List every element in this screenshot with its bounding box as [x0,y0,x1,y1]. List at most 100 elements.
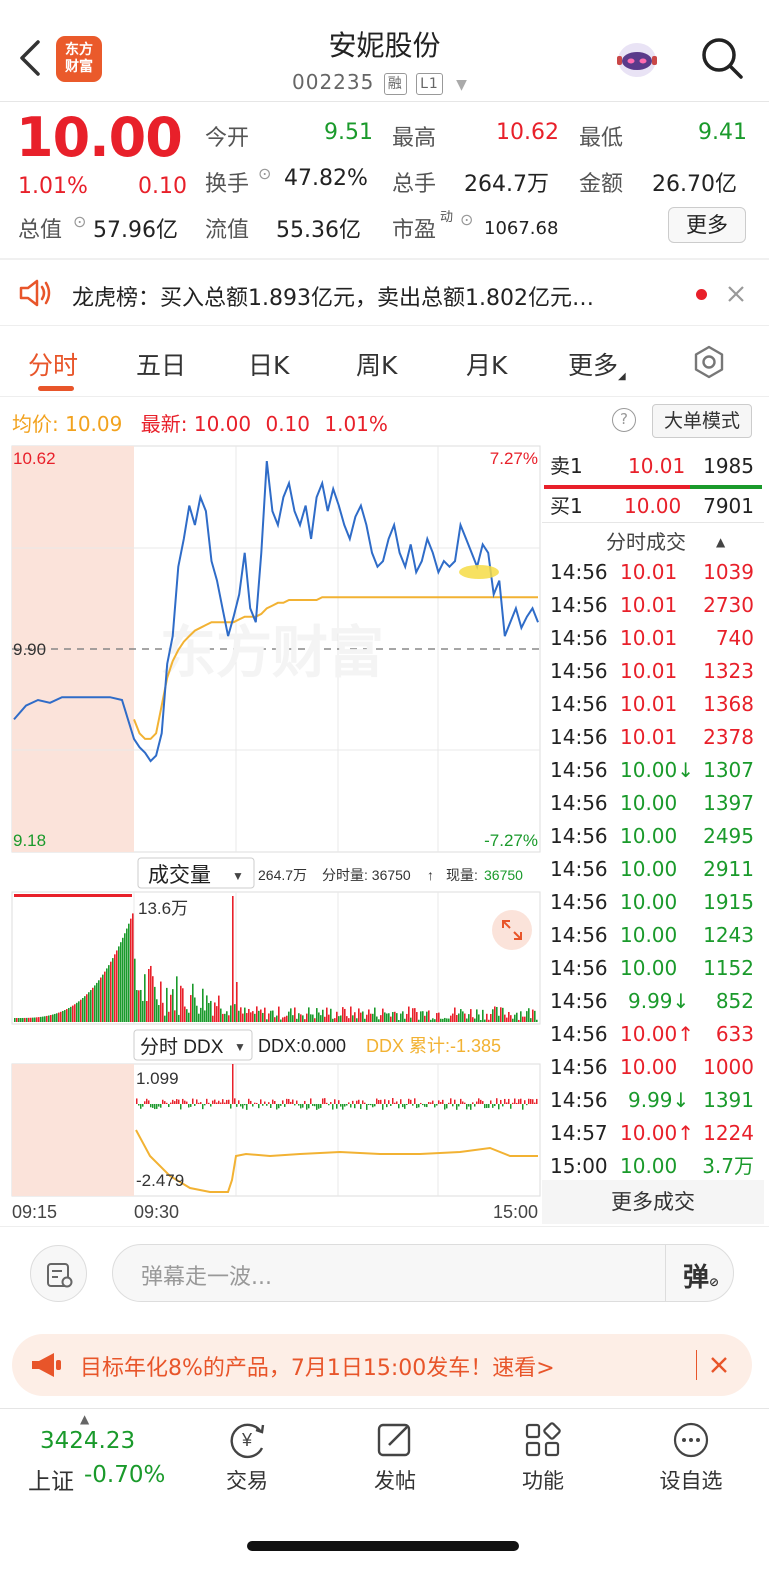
volume-bar [24,1017,26,1022]
news-text: 龙虎榜：买入总额1.893亿元，卖出总额1.802亿元… [72,286,594,311]
ddx-bar [378,1099,380,1104]
volume-bar [400,1013,402,1022]
volume-bar [524,1016,526,1022]
volume-bar [492,1009,494,1022]
tab-timeshare[interactable]: 分时 [28,346,78,382]
danmu-toggle-button[interactable]: 弹⊘ [683,1257,719,1294]
volume-bar [348,1018,350,1022]
ddx-bar [432,1100,434,1104]
search-icon[interactable] [700,36,744,80]
stock-code-line[interactable]: 002235 融 L1 ▼ [292,70,468,95]
close-icon[interactable] [726,284,746,304]
trades-header[interactable]: 分时成交 ▲ [542,526,764,559]
info-dots-icon[interactable]: ⊙ [258,164,271,183]
tab-weekly-k[interactable]: 周K [356,346,397,382]
turnover-value: 47.82% [284,166,368,191]
ddx-bar [478,1098,480,1104]
volume-bar [238,1010,240,1022]
volume-bar [242,1013,244,1022]
volume-bar [290,1008,292,1022]
speaker-icon [19,279,51,307]
ddx-bar [474,1104,476,1107]
volume-bar [520,1011,522,1022]
ddx-bar [300,1104,302,1109]
info-dots-icon[interactable]: ⊙ [460,210,473,229]
ddx-bar [270,1104,272,1108]
help-icon[interactable]: ? [612,408,636,432]
timeshare-chart[interactable]: 东方财富 10.62 9.90 9.18 7.27% -7.27% 成交量 ▼ … [0,440,542,1230]
ddx-cumulative: DDX 累计:-1.385 [366,1036,501,1056]
tab-daily-k[interactable]: 日K [248,346,289,382]
volume-bar [438,1012,440,1022]
index-ticker[interactable]: ▲ 3424.23 上证 -0.70% [20,1412,170,1496]
volume-bar [36,1017,38,1022]
volume-indicator-label: 成交量 [148,864,211,887]
trade-price: 10.01 [620,560,678,584]
ddx-bar [324,1098,326,1104]
volume-bar [226,1011,228,1022]
ddx-bar [414,1098,416,1104]
ddx-bar [144,1101,146,1104]
megaphone-icon [32,1353,61,1377]
ddx-bar [462,1101,464,1104]
nav-add-watchlist[interactable]: 设自选 [646,1420,736,1495]
close-icon[interactable] [710,1356,728,1374]
trade-time: 15:00 [550,1154,608,1178]
ddx-bar [282,1100,284,1104]
ddx-bar [500,1099,502,1104]
volume-bar [426,1011,428,1022]
trade-price: 10.01 [620,692,678,716]
sort-up-icon: ▲ [716,535,726,549]
volume-bar [298,1013,300,1022]
volume-bar [288,1011,290,1022]
volume-bar [184,1006,186,1022]
settings-gear-icon[interactable] [692,345,726,379]
volume-bar [482,1009,484,1022]
ddx-bar [410,1099,412,1104]
volume-bar [202,988,204,1022]
ddx-value: DDX:0.000 [258,1036,346,1056]
news-ticker[interactable]: 龙虎榜：买入总额1.893亿元，卖出总额1.802亿元… [0,260,769,326]
grid-apps-icon [525,1422,561,1457]
tab-five-day[interactable]: 五日 [136,346,186,382]
volume-bar [420,1011,422,1022]
tab-monthly-k[interactable]: 月K [466,346,507,382]
volume-bar [440,1018,442,1022]
more-quote-button[interactable]: 更多 [668,207,746,243]
danmu-input[interactable]: 弹幕走一波... 弹⊘ [112,1244,734,1302]
ddx-bar [498,1104,500,1110]
ddx-bar [468,1104,470,1107]
ddx-bar [352,1100,354,1104]
danmu-settings-button[interactable] [30,1245,87,1302]
nav-trade[interactable]: ¥ 交易 [202,1420,292,1495]
ddx-bar [434,1104,436,1108]
robot-assistant-icon[interactable] [614,36,660,80]
ddx-bar [382,1104,384,1110]
ddx-bar [484,1104,486,1109]
volume-bar [350,1006,352,1022]
volume-now-label: 现量: [446,867,478,883]
tab-more[interactable]: 更多◢ [568,346,626,382]
more-trades-button[interactable]: 更多成交 [542,1180,764,1224]
trade-time: 14:56 [550,791,608,815]
promo-banner[interactable]: 目标年化8%的产品，7月1日15:00发车！速看> [12,1334,752,1396]
expand-button[interactable] [492,910,532,950]
trade-row: 14:56 9.99↓ 1391 [542,1084,764,1117]
info-dots-icon[interactable]: ⊙ [73,212,86,231]
nav-post[interactable]: 发帖 [350,1420,440,1495]
ddx-bar [526,1104,528,1106]
bid-row[interactable]: 买1 10.00 7901 [542,490,764,523]
corner-triangle-icon: ◢ [618,371,626,382]
volume-bar [364,1018,366,1022]
big-order-mode-button[interactable]: 大单模式 [652,404,752,438]
volume-bar [494,1006,496,1022]
volume-bar [170,994,172,1022]
low-value: 9.41 [698,120,747,145]
ddx-bar [136,1098,138,1104]
ask-row[interactable]: 卖1 10.01 1985 [542,450,764,483]
ddx-bar [354,1104,356,1109]
volume-bar [50,1015,52,1022]
ask-strength-bar [544,485,690,489]
nav-functions[interactable]: 功能 [498,1420,588,1495]
volume-bar [220,1008,222,1022]
